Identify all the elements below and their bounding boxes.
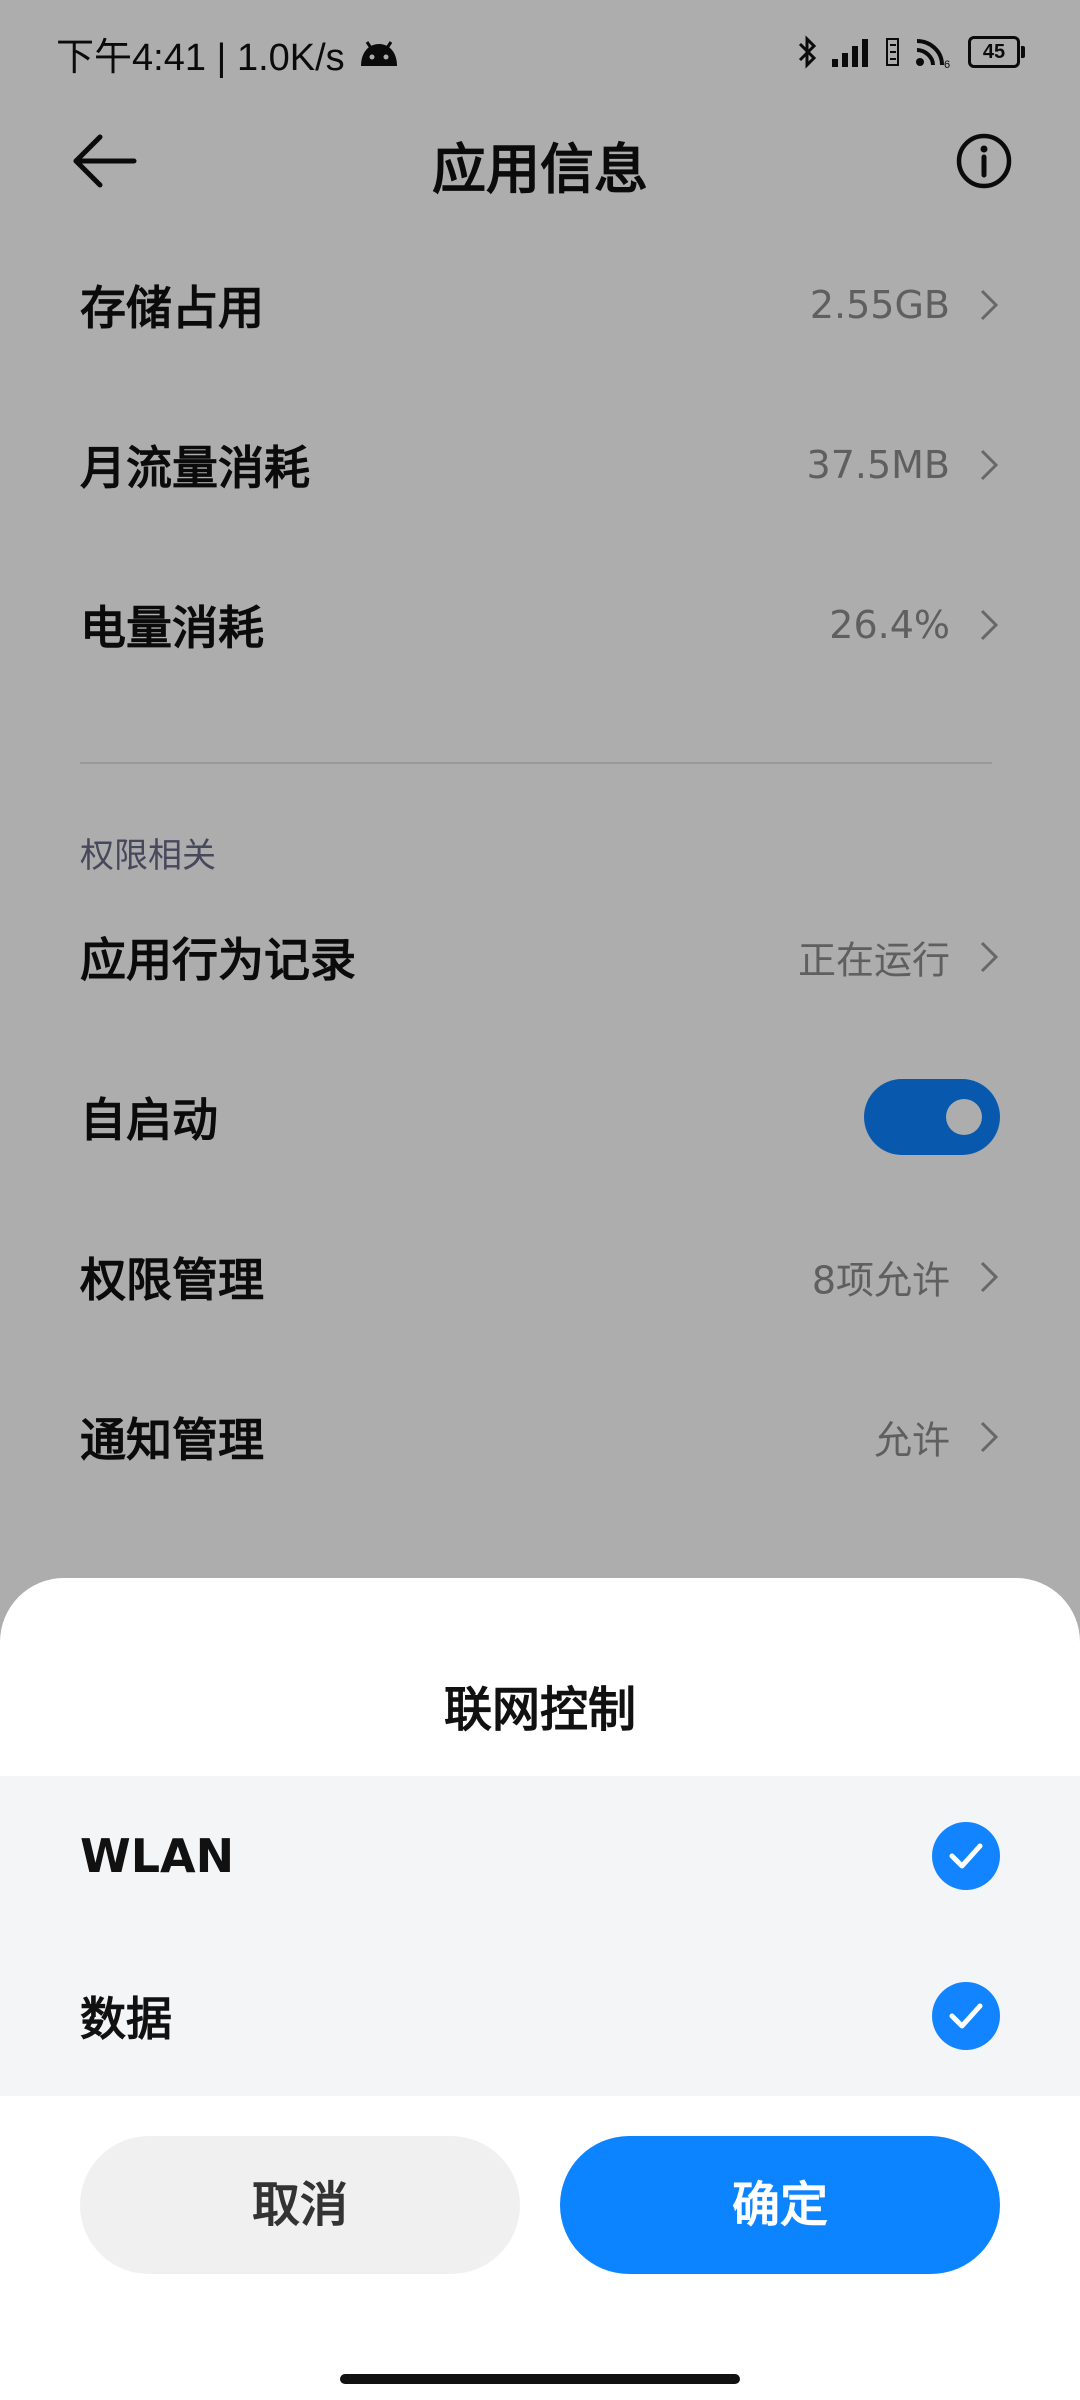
network-options-list: WLAN 数据 <box>0 1776 1080 2096</box>
network-control-sheet: 联网控制 WLAN 数据 取消 确定 <box>0 1578 1080 2400</box>
confirm-button[interactable]: 确定 <box>560 2136 1000 2274</box>
cancel-button[interactable]: 取消 <box>80 2136 520 2274</box>
option-mobile-data[interactable]: 数据 <box>0 1936 1080 2096</box>
option-label: WLAN <box>80 1829 235 1883</box>
option-label: 数据 <box>80 1992 172 2046</box>
sheet-title: 联网控制 <box>443 1682 636 1738</box>
option-wlan[interactable]: WLAN <box>0 1776 1080 1936</box>
screen: 下午4:41 | 1.0K/s 6 45 应用信息 存储占用 2.55GB 月流… <box>0 0 1080 2400</box>
checkmark-icon[interactable] <box>932 1982 1000 2050</box>
home-indicator[interactable] <box>340 2374 740 2384</box>
checkmark-icon[interactable] <box>932 1822 1000 1890</box>
